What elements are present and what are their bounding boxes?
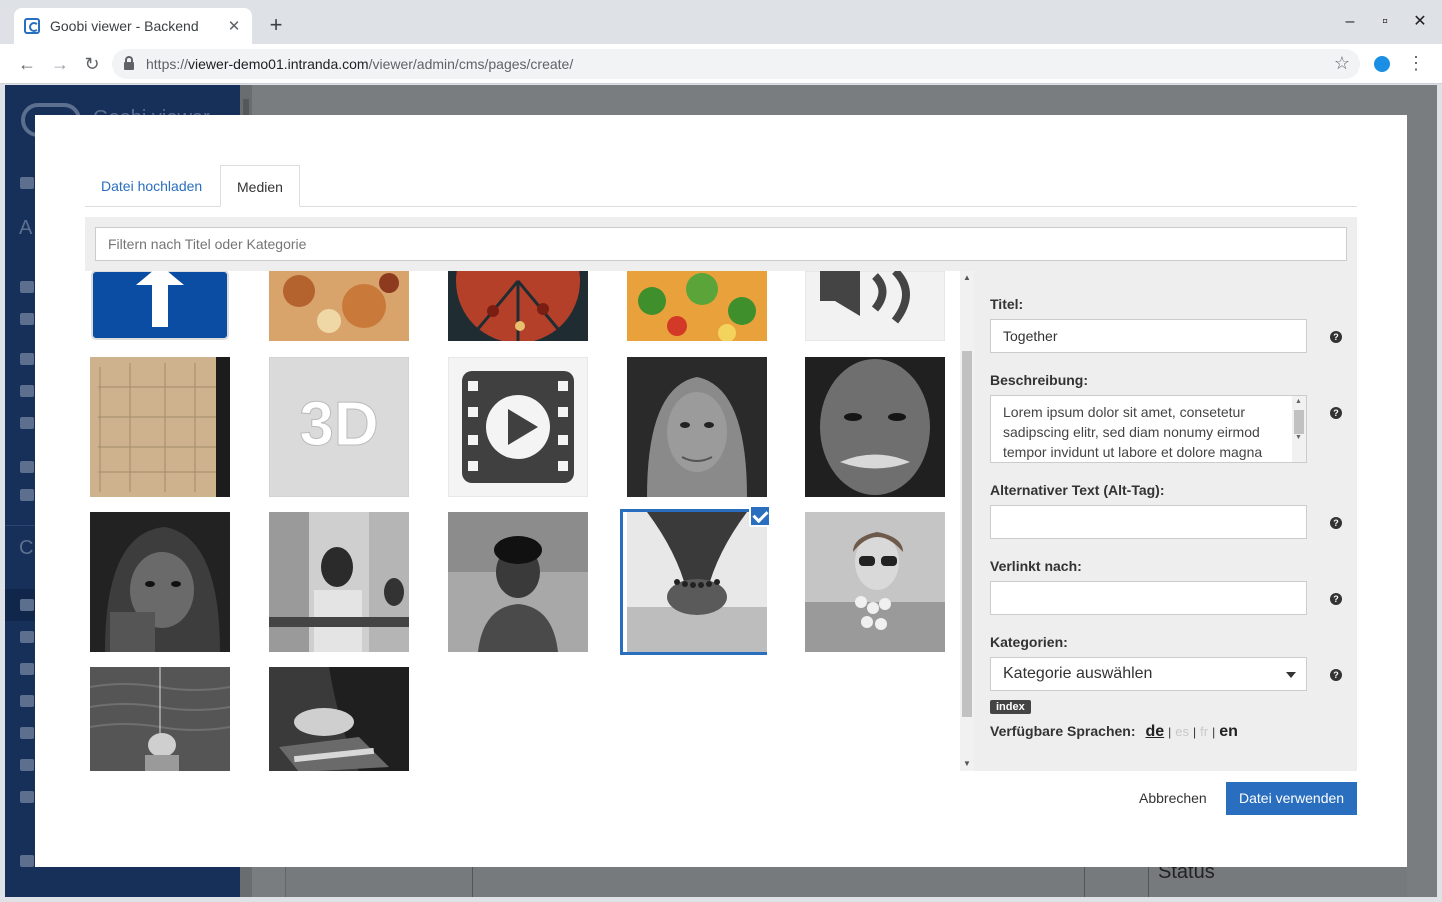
new-tab-plus-icon[interactable]: +: [264, 13, 288, 37]
media-item[interactable]: 3D: [269, 357, 409, 497]
media-item[interactable]: [805, 271, 945, 341]
media-item[interactable]: [627, 271, 767, 341]
media-panel: 3D: [85, 217, 1357, 771]
heartbeat-icon[interactable]: [20, 489, 34, 501]
link-input[interactable]: [990, 581, 1307, 615]
media-select-modal: Datei hochladen Medien Filtern nach Tite…: [35, 115, 1407, 867]
pin-icon[interactable]: [20, 663, 34, 675]
link-label: Verlinkt nach:: [990, 558, 1082, 574]
alt-text-help-icon[interactable]: ?: [1330, 517, 1342, 529]
categories-label: Kategorien:: [990, 634, 1068, 650]
browser-menu-icon[interactable]: ⋮: [1406, 53, 1426, 73]
categories-help-icon[interactable]: ?: [1330, 669, 1342, 681]
address-bar[interactable]: https://viewer-demo01.intranda.com/viewe…: [112, 49, 1360, 79]
browser-titlebar: Goobi viewer - Backend ✕ + – ▫ ✕: [0, 0, 1442, 44]
edit-icon[interactable]: [20, 631, 34, 643]
lang-fr: fr: [1200, 724, 1209, 739]
available-languages: Verfügbare Sprachen: de | es | fr | en: [990, 723, 1238, 741]
dashboard-icon[interactable]: [20, 177, 34, 189]
media-item-selected[interactable]: [627, 512, 767, 652]
media-item[interactable]: [448, 271, 588, 341]
extension-icon[interactable]: [1374, 56, 1390, 72]
media-item[interactable]: [269, 512, 409, 652]
pages-icon[interactable]: [20, 599, 34, 611]
section-letter-c: C: [19, 537, 34, 559]
media-item[interactable]: [90, 512, 230, 652]
minimize-icon[interactable]: –: [1340, 12, 1360, 32]
use-file-button[interactable]: Datei verwenden: [1226, 782, 1358, 815]
title-input[interactable]: Together: [990, 319, 1307, 353]
svg-text:3D: 3D: [299, 390, 378, 459]
media-details-form: Titel: Together ? Beschreibung: Lorem ip…: [990, 271, 1357, 771]
users-icon[interactable]: [20, 313, 34, 325]
maximize-icon[interactable]: ▫: [1375, 12, 1395, 32]
link-help-icon[interactable]: ?: [1330, 593, 1342, 605]
title-help-icon[interactable]: ?: [1330, 331, 1342, 343]
alt-text-input[interactable]: [990, 505, 1307, 539]
close-tab-icon[interactable]: ✕: [226, 17, 242, 35]
media-grid: 3D: [85, 271, 960, 771]
media-item[interactable]: [627, 357, 767, 497]
media-item[interactable]: [448, 512, 588, 652]
title-label: Titel:: [990, 296, 1024, 312]
lang-en[interactable]: en: [1219, 723, 1238, 741]
comments-icon[interactable]: [20, 461, 34, 473]
url-text: https://viewer-demo01.intranda.com/viewe…: [146, 56, 574, 72]
forward-arrow-icon[interactable]: →: [48, 52, 72, 76]
lang-de[interactable]: de: [1146, 723, 1165, 741]
description-textarea[interactable]: Lorem ipsum dolor sit amet, consetetur s…: [990, 395, 1307, 463]
description-help-icon[interactable]: ?: [1330, 407, 1342, 419]
media-item[interactable]: [805, 357, 945, 497]
media-item[interactable]: [90, 357, 230, 497]
reload-icon[interactable]: ↻: [80, 52, 104, 76]
alt-text-label: Alternativer Text (Alt-Tag):: [990, 482, 1165, 498]
browser-toolbar: ← → ↻ https://viewer-demo01.intranda.com…: [0, 44, 1442, 84]
chevron-down-icon: [1286, 672, 1296, 678]
goobi-favicon-icon: [24, 18, 40, 34]
media-icon[interactable]: [20, 791, 34, 803]
image-icon[interactable]: [20, 727, 34, 739]
list-icon[interactable]: [20, 759, 34, 771]
tab-upload[interactable]: Datei hochladen: [85, 165, 218, 207]
media-item[interactable]: [805, 512, 945, 652]
user-icon[interactable]: [20, 281, 34, 293]
key-icon[interactable]: [20, 353, 34, 365]
description-scrollbar[interactable]: ▲ ▼: [1292, 396, 1306, 462]
media-item[interactable]: [269, 667, 409, 771]
browser-tab[interactable]: Goobi viewer - Backend ✕: [14, 8, 252, 44]
section-letter-a: A: [19, 217, 33, 239]
lock-icon[interactable]: [20, 385, 34, 397]
category-select[interactable]: Kategorie auswählen: [990, 657, 1307, 691]
modal-tabs: Datei hochladen Medien: [85, 165, 1357, 207]
media-item[interactable]: [269, 271, 409, 341]
tab-title: Goobi viewer - Backend: [50, 18, 199, 34]
cancel-button[interactable]: Abbrechen: [1127, 782, 1219, 815]
languages-label: Verfügbare Sprachen:: [990, 723, 1136, 739]
lock-icon: [124, 56, 134, 70]
back-arrow-icon[interactable]: ←: [15, 52, 39, 76]
category-badge: index: [990, 700, 1031, 714]
window-close-icon[interactable]: ✕: [1410, 12, 1430, 32]
selected-checkmark-icon: [749, 505, 771, 527]
bolt-icon[interactable]: [20, 417, 34, 429]
filter-input[interactable]: [95, 227, 1347, 261]
media-item[interactable]: [448, 357, 588, 497]
description-label: Beschreibung:: [990, 372, 1089, 388]
media-grid-scrollbar[interactable]: ▲ ▼: [960, 271, 974, 771]
bookmark-star-icon[interactable]: ☆: [1334, 53, 1350, 74]
media-item[interactable]: [90, 271, 230, 341]
lang-es: es: [1175, 724, 1190, 739]
tab-media[interactable]: Medien: [220, 165, 300, 207]
settings-icon[interactable]: [20, 695, 34, 707]
logout-icon[interactable]: [20, 855, 34, 867]
media-item[interactable]: [90, 667, 230, 771]
